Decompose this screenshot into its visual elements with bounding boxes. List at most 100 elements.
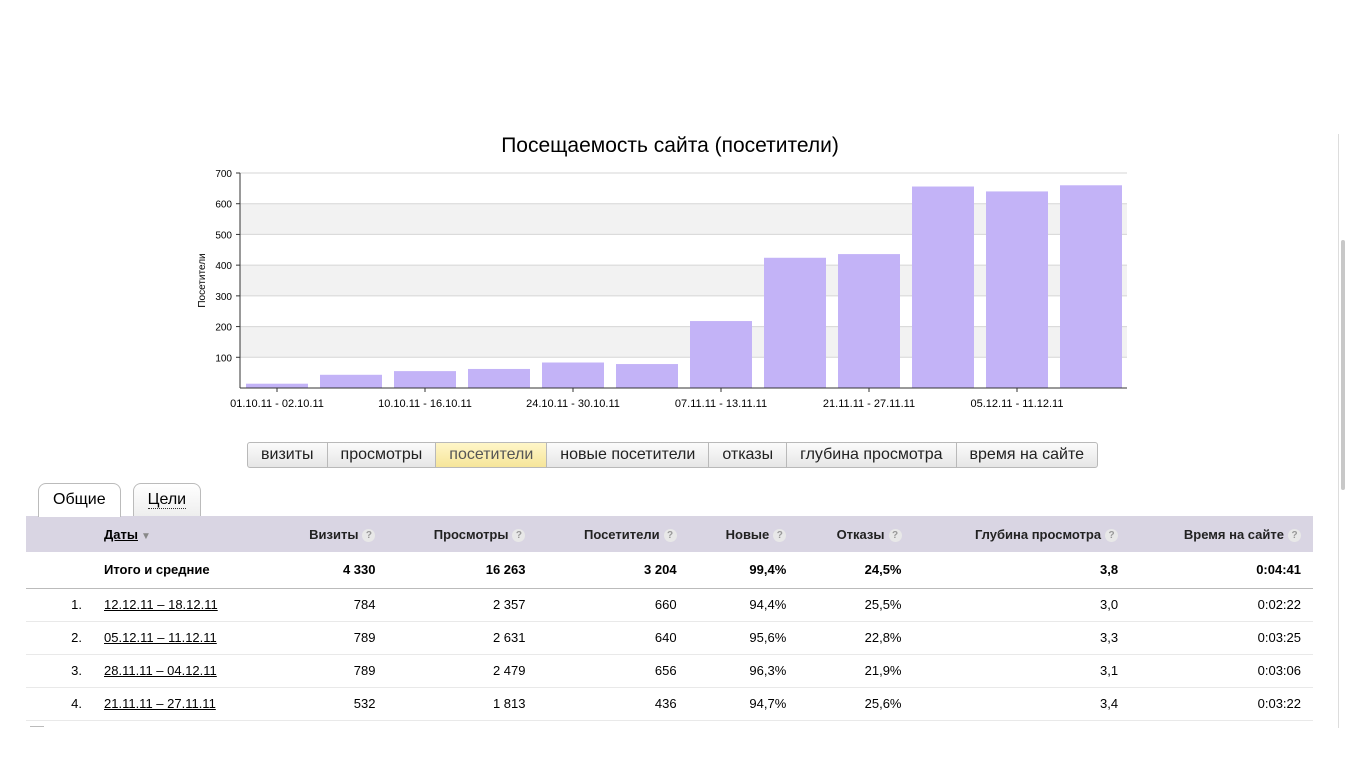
bar bbox=[1060, 185, 1122, 388]
metric-switch: визиты просмотры посетители новые посетител… bbox=[247, 442, 1098, 468]
bottom-divider bbox=[30, 726, 44, 727]
totals-bounces: 24,5% bbox=[864, 562, 902, 578]
table-row: 1. 12.12.11 – 18.12.11 784 2 357 660 94,4% 25,… bbox=[26, 588, 1313, 621]
help-icon[interactable]: ? bbox=[1105, 528, 1119, 542]
cell-bounces: 25,6% bbox=[864, 696, 902, 711]
y-tick-label: 700 bbox=[215, 169, 232, 180]
y-tick-label: 200 bbox=[215, 323, 232, 334]
header-time: Время на сайте? bbox=[1130, 516, 1313, 552]
cell-views: 2 357 bbox=[492, 597, 526, 612]
metric-option-button[interactable]: просмотры bbox=[328, 443, 437, 467]
totals-depth: 3,8 bbox=[1100, 562, 1119, 578]
date-range-link[interactable]: 05.12.11 – 11.12.11 bbox=[104, 630, 217, 645]
cell-bounces: 22,8% bbox=[864, 630, 902, 645]
row-dates-cell: 21.11.11 – 27.11.11 bbox=[92, 687, 270, 720]
y-tick-label: 600 bbox=[215, 200, 232, 211]
help-icon[interactable]: ? bbox=[773, 528, 787, 542]
tab-general-label: Общие bbox=[53, 491, 106, 508]
header-dates[interactable]: Даты ▼ bbox=[92, 516, 270, 552]
table-row: 2. 05.12.11 – 11.12.11 789 2 631 640 95,6% 22,… bbox=[26, 621, 1313, 654]
visitors-bar-chart: 100 200 300 400 500 600 700 01.10.11 - 02.10.11… bbox=[197, 169, 1127, 410]
row-number: 4. bbox=[71, 696, 82, 711]
header-views-label: Просмотры bbox=[433, 526, 509, 542]
bar bbox=[320, 374, 382, 388]
table-row: 4. 21.11.11 – 27.11.11 532 1 813 436 94,7% 25,… bbox=[26, 687, 1313, 720]
help-icon[interactable]: ? bbox=[362, 528, 376, 542]
bar bbox=[542, 362, 604, 388]
tab-general[interactable]: Общие bbox=[38, 483, 121, 517]
bar bbox=[838, 254, 900, 388]
cell-new: 94,7% bbox=[749, 696, 787, 711]
metric-option-button[interactable]: новые посетители bbox=[547, 443, 710, 467]
cell-new: 96,3% bbox=[749, 663, 787, 678]
cell-views: 1 813 bbox=[492, 696, 526, 711]
x-tick-label: 05.12.11 - 11.12.11 bbox=[971, 398, 1064, 410]
bar bbox=[616, 364, 678, 388]
help-icon[interactable]: ? bbox=[663, 528, 677, 542]
cell-time: 0:03:06 bbox=[1257, 663, 1301, 678]
bar bbox=[764, 257, 826, 388]
help-icon[interactable]: ? bbox=[1288, 528, 1301, 542]
row-number: 2. bbox=[71, 630, 82, 645]
totals-visits: 4 330 bbox=[342, 562, 376, 578]
metric-option-button[interactable]: посетители bbox=[436, 443, 548, 467]
date-range-link[interactable]: 21.11.11 – 27.11.11 bbox=[104, 696, 216, 711]
x-tick-label: 07.11.11 - 13.11.11 bbox=[675, 398, 767, 410]
sort-desc-icon: ▼ bbox=[140, 530, 151, 542]
metric-option-button[interactable]: глубина просмотра bbox=[787, 443, 957, 467]
chart-title: Посещаемость сайта (посетители) bbox=[501, 134, 839, 157]
cell-depth: 3,1 bbox=[1100, 663, 1119, 678]
tab-goals[interactable]: Цели bbox=[132, 483, 202, 516]
totals-visitors: 3 204 bbox=[644, 562, 677, 578]
date-range-link[interactable]: 28.11.11 – 04.12.11 bbox=[104, 663, 217, 678]
cell-views: 2 631 bbox=[492, 630, 526, 645]
date-range-link[interactable]: 12.12.11 – 18.12.11 bbox=[104, 597, 218, 612]
totals-label: Итого и средние bbox=[104, 562, 210, 578]
table-row: 3. 28.11.11 – 04.12.11 789 2 479 656 96,3% 21,… bbox=[26, 654, 1313, 687]
cell-visitors: 656 bbox=[654, 663, 677, 678]
cell-time: 0:03:25 bbox=[1257, 630, 1301, 645]
header-new: Новые? bbox=[689, 516, 799, 552]
y-tick-label: 500 bbox=[215, 230, 232, 241]
table-header-row: Даты ▼ Визиты? Просмотры? Посетители? Нов… bbox=[26, 516, 1313, 552]
cell-visitors: 660 bbox=[654, 597, 677, 612]
stats-table: Даты ▼ Визиты? Просмотры? Посетители? Нов… bbox=[26, 516, 1313, 721]
cell-visits: 532 bbox=[353, 696, 376, 711]
tab-goals-label: Цели bbox=[147, 491, 187, 509]
header-visits: Визиты? bbox=[270, 516, 387, 552]
y-axis-label: Посетители bbox=[197, 253, 208, 307]
totals-views: 16 263 bbox=[485, 562, 526, 578]
header-visitors: Посетители? bbox=[537, 516, 688, 552]
bar bbox=[394, 371, 456, 388]
metric-option-button[interactable]: визиты bbox=[248, 443, 328, 467]
help-icon[interactable]: ? bbox=[888, 528, 902, 542]
help-icon[interactable]: ? bbox=[512, 528, 526, 542]
header-depth: Глубина просмотра? bbox=[914, 516, 1131, 552]
y-tick-label: 100 bbox=[215, 353, 232, 364]
cell-new: 95,6% bbox=[749, 630, 787, 645]
report-tabs: Общие Цели bbox=[38, 483, 202, 517]
metric-option-button[interactable]: время на сайте bbox=[957, 443, 1097, 467]
header-visitors-label: Посетители bbox=[583, 526, 660, 542]
header-new-label: Новые bbox=[725, 526, 770, 542]
x-tick-label: 10.10.11 - 16.10.11 bbox=[378, 398, 472, 410]
cell-visitors: 640 bbox=[654, 630, 677, 645]
bar bbox=[468, 368, 530, 388]
bar bbox=[986, 191, 1048, 388]
cell-depth: 3,0 bbox=[1100, 597, 1119, 612]
scrollbar-thumb[interactable] bbox=[1341, 240, 1345, 490]
sort-by-dates-link[interactable]: Даты bbox=[104, 527, 138, 542]
cell-visits: 784 bbox=[353, 597, 376, 612]
cell-bounces: 21,9% bbox=[864, 663, 902, 678]
x-tick-label: 21.11.11 - 27.11.11 bbox=[823, 398, 915, 410]
cell-depth: 3,3 bbox=[1100, 630, 1119, 645]
y-tick-label: 300 bbox=[215, 292, 232, 303]
cell-bounces: 25,5% bbox=[864, 597, 902, 612]
cell-time: 0:03:22 bbox=[1257, 696, 1301, 711]
metric-option-button[interactable]: отказы bbox=[709, 443, 788, 467]
header-num bbox=[26, 516, 92, 552]
cell-visits: 789 bbox=[353, 630, 376, 645]
totals-new: 99,4% bbox=[749, 562, 787, 578]
row-dates-cell: 28.11.11 – 04.12.11 bbox=[92, 654, 270, 687]
bar bbox=[912, 186, 974, 388]
